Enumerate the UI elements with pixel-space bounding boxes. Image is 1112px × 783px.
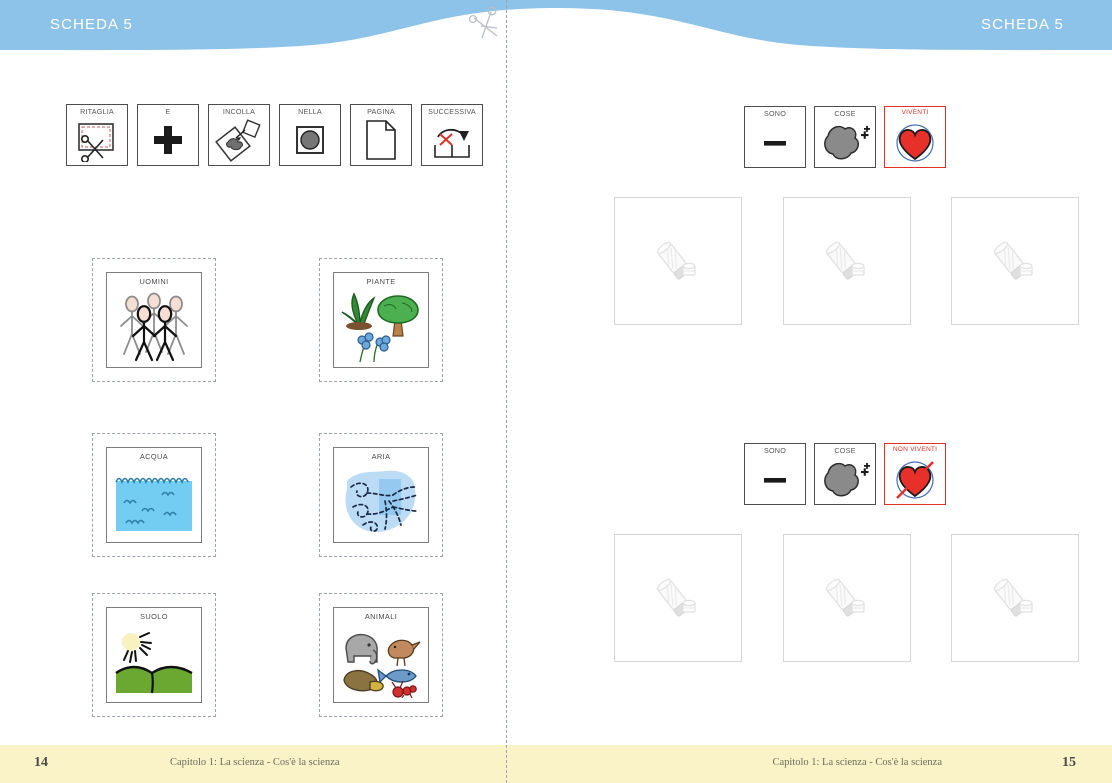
sentence-strip-non-viventi: SONO COSE NON VIVENTI bbox=[744, 443, 946, 505]
page-number-left: 14 bbox=[34, 755, 48, 770]
water-waves-icon bbox=[110, 464, 198, 539]
glue-stick-icon bbox=[656, 241, 696, 280]
instruction-card-nella: NELLA bbox=[279, 104, 341, 166]
instruction-card-ritaglia: RITAGLIA bbox=[66, 104, 128, 166]
sheet-label-right: SCHEDA 5 bbox=[981, 16, 1064, 33]
instruction-card-label: NELLA bbox=[298, 107, 322, 116]
cutout-card-inner: ANIMALI bbox=[333, 607, 429, 703]
cutout-card-inner: SUOLO bbox=[106, 607, 202, 703]
instruction-strip: RITAGLIA E INCOLLA NELLA PAGINA SUCCESSI… bbox=[66, 104, 483, 166]
cutout-card-suolo[interactable]: SUOLO bbox=[92, 593, 216, 717]
sentence-card-cose-2: COSE bbox=[814, 443, 876, 505]
heart-crossed-nonliving-icon bbox=[885, 457, 945, 502]
scissors-icon bbox=[469, 6, 498, 39]
dash-copula-icon bbox=[745, 120, 805, 165]
cutout-card-label: PIANTE bbox=[366, 277, 396, 286]
glue-stick-icon bbox=[825, 241, 865, 280]
people-figures-icon bbox=[110, 289, 198, 364]
chapter-caption-right: Capitolo 1: La scienza - Cos'è la scienz… bbox=[772, 757, 942, 768]
scissors-cut-icon bbox=[67, 117, 127, 163]
cutout-card-label: ANIMALI bbox=[364, 612, 398, 621]
plants-tree-flowers-icon bbox=[337, 289, 425, 364]
instruction-card-incolla: INCOLLA bbox=[208, 104, 270, 166]
sentence-card-viventi: VIVENTI bbox=[884, 106, 946, 168]
cutout-card-inner: ARIA bbox=[333, 447, 429, 543]
instruction-card-label: RITAGLIA bbox=[80, 107, 114, 116]
left-page-footer: 14 Capitolo 1: La scienza - Cos'è la sci… bbox=[0, 745, 556, 783]
instruction-card-pagina: PAGINA bbox=[350, 104, 412, 166]
dropzone-non-viventi-1[interactable] bbox=[614, 534, 742, 662]
glue-stick-icon bbox=[993, 578, 1033, 617]
sentence-card-label: VIVENTI bbox=[901, 109, 929, 116]
chapter-caption-left: Capitolo 1: La scienza - Cos'è la scienz… bbox=[170, 757, 340, 768]
instruction-card-label: INCOLLA bbox=[222, 107, 256, 116]
sentence-card-label: SONO bbox=[764, 446, 786, 455]
instruction-card-label: E bbox=[165, 107, 171, 116]
sentence-card-sono-2: SONO bbox=[744, 443, 806, 505]
cutout-card-inner: UOMINI bbox=[106, 272, 202, 368]
inside-square-icon bbox=[280, 117, 340, 163]
cutout-card-label: SUOLO bbox=[140, 612, 168, 621]
instruction-card-label: PAGINA bbox=[367, 107, 395, 116]
cutout-card-inner: ACQUA bbox=[106, 447, 202, 543]
soil-sun-hills-icon bbox=[110, 624, 198, 699]
cutout-card-aria[interactable]: ARIA bbox=[319, 433, 443, 557]
right-page-header: SCHEDA 5 bbox=[556, 0, 1112, 52]
book-spread: SCHEDA 5 RITAGLIA E INCOLLA NELLA PAGINA… bbox=[0, 0, 1112, 783]
dropzone-non-viventi-3[interactable] bbox=[951, 534, 1079, 662]
cutout-card-acqua[interactable]: ACQUA bbox=[92, 433, 216, 557]
sentence-card-non-viventi: NON VIVENTI bbox=[884, 443, 946, 505]
cutout-card-animali[interactable]: ANIMALI bbox=[319, 593, 443, 717]
page-number-right: 15 bbox=[1062, 755, 1076, 770]
heart-living-icon bbox=[885, 120, 945, 165]
animals-group-icon bbox=[337, 624, 425, 699]
left-page: SCHEDA 5 RITAGLIA E INCOLLA NELLA PAGINA… bbox=[0, 0, 556, 783]
cut-line bbox=[469, 0, 507, 783]
sentence-card-label: NON VIVENTI bbox=[892, 446, 938, 453]
dropzone-non-viventi-2[interactable] bbox=[783, 534, 911, 662]
right-page: SCHEDA 5 SONO COSE VIVENTI SONO COSE NON… bbox=[556, 0, 1112, 783]
cutout-card-uomini[interactable]: UOMINI bbox=[92, 258, 216, 382]
dash-copula-icon bbox=[745, 457, 805, 502]
air-swirls-icon bbox=[337, 464, 425, 539]
instruction-card-successiva: SUCCESSIVA bbox=[421, 104, 483, 166]
instruction-card-label: SUCCESSIVA bbox=[428, 107, 476, 116]
cutout-card-label: ARIA bbox=[371, 452, 391, 461]
glue-stick-icon bbox=[993, 241, 1033, 280]
sentence-card-sono: SONO bbox=[744, 106, 806, 168]
glue-stick-icon bbox=[656, 578, 696, 617]
dropzone-viventi-1[interactable] bbox=[614, 197, 742, 325]
instruction-card-e: E bbox=[137, 104, 199, 166]
sentence-card-label: COSE bbox=[834, 109, 856, 118]
sentence-card-label: COSE bbox=[834, 446, 856, 455]
glue-paste-icon bbox=[209, 117, 269, 163]
sheet-label-left: SCHEDA 5 bbox=[50, 16, 133, 33]
plus-icon bbox=[138, 117, 198, 163]
dropzone-viventi-2[interactable] bbox=[783, 197, 911, 325]
dropzone-viventi-3[interactable] bbox=[951, 197, 1079, 325]
grey-blob-plural-icon bbox=[815, 457, 875, 502]
sentence-strip-viventi: SONO COSE VIVENTI bbox=[744, 106, 946, 168]
cutout-card-inner: PIANTE bbox=[333, 272, 429, 368]
sentence-card-cose: COSE bbox=[814, 106, 876, 168]
grey-blob-plural-icon bbox=[815, 120, 875, 165]
next-slot-arrow-icon bbox=[422, 117, 482, 163]
cutout-card-label: ACQUA bbox=[139, 452, 169, 461]
glue-stick-icon bbox=[825, 578, 865, 617]
page-sheet-icon bbox=[351, 117, 411, 163]
cutout-card-piante[interactable]: PIANTE bbox=[319, 258, 443, 382]
right-page-footer: 15 Capitolo 1: La scienza - Cos'è la sci… bbox=[556, 745, 1112, 783]
sentence-card-label: SONO bbox=[764, 109, 786, 118]
cutout-card-label: UOMINI bbox=[139, 277, 169, 286]
